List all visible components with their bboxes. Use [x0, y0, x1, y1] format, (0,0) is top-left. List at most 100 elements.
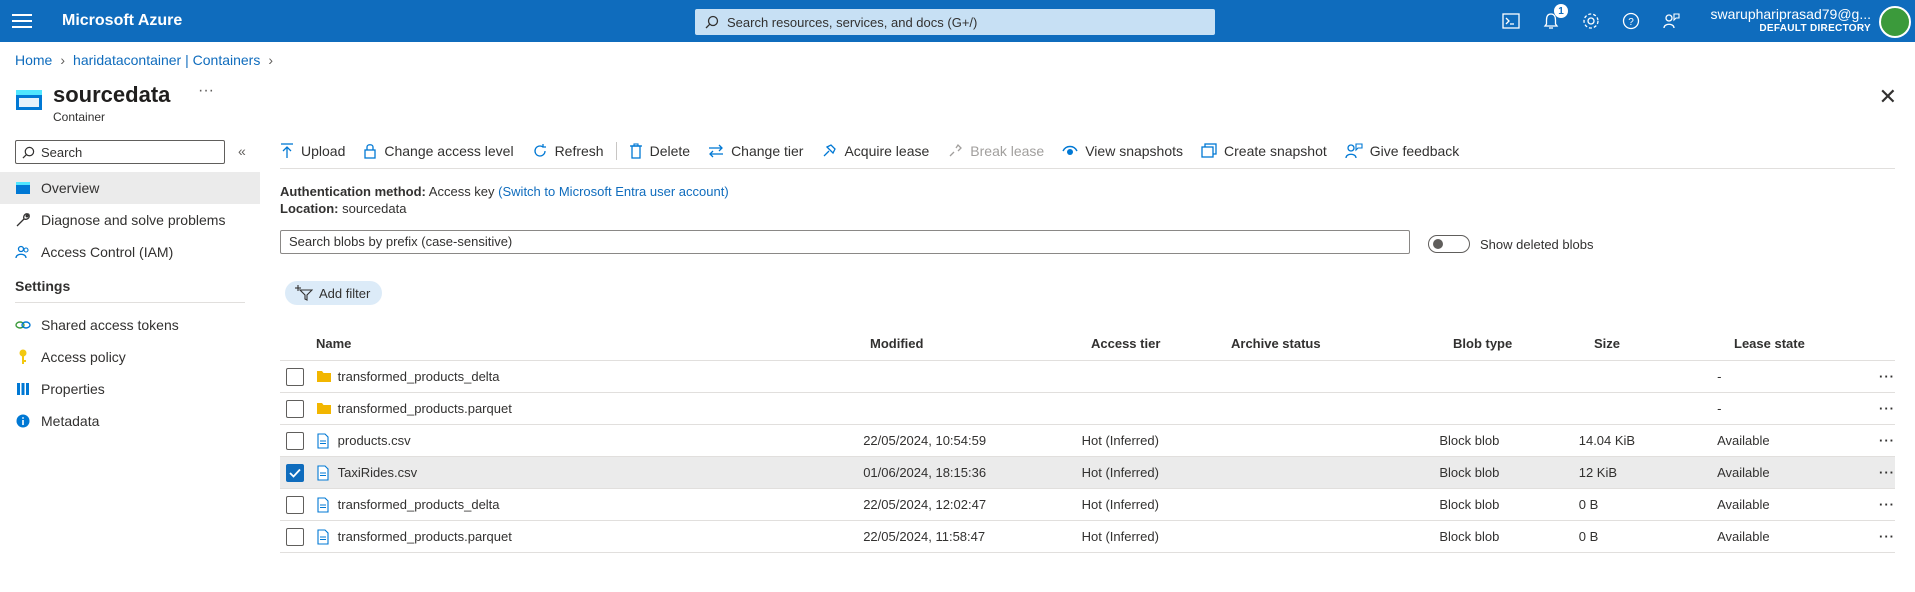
- name-cell[interactable]: products.csv: [316, 432, 864, 449]
- sidebar-item-shared-access-tokens[interactable]: Shared access tokens: [0, 309, 260, 341]
- file-icon: [316, 464, 332, 481]
- feedback-icon: [1345, 143, 1363, 159]
- row-more-options-icon[interactable]: ···: [1846, 433, 1895, 448]
- people-icon: [15, 244, 31, 260]
- give-feedback-button[interactable]: Give feedback: [1345, 143, 1460, 159]
- header-size[interactable]: Size: [1594, 336, 1734, 351]
- collapse-sidebar-icon[interactable]: «: [238, 143, 246, 159]
- page-subtitle: Container: [53, 110, 106, 124]
- change-access-level-button[interactable]: Change access level: [363, 143, 514, 159]
- sidebar-item-label: Access Control (IAM): [41, 244, 174, 260]
- sidebar-item-diagnose[interactable]: Diagnose and solve problems: [0, 204, 260, 236]
- row-more-options-icon[interactable]: ···: [1846, 401, 1895, 416]
- name-cell[interactable]: transformed_products.parquet: [316, 528, 864, 545]
- account-info[interactable]: swaruphariprasad79@g... DEFAULT DIRECTOR…: [1710, 6, 1871, 34]
- upload-icon: [281, 143, 293, 158]
- sidebar-item-overview[interactable]: Overview: [0, 172, 260, 204]
- settings-gear-icon[interactable]: [1580, 10, 1602, 32]
- table-row[interactable]: transformed_products.parquet - ···: [280, 393, 1895, 425]
- table-row[interactable]: transformed_products.parquet 22/05/2024, …: [280, 521, 1895, 553]
- table-row[interactable]: TaxiRides.csv 01/06/2024, 18:15:36 Hot (In…: [280, 457, 1895, 489]
- sidebar-item-label: Properties: [41, 381, 105, 397]
- sidebar-item-properties[interactable]: Properties: [0, 373, 260, 405]
- more-options-icon[interactable]: ···: [198, 82, 214, 100]
- header-name[interactable]: Name: [316, 336, 870, 351]
- blob-name[interactable]: transformed_products.parquet: [338, 401, 512, 416]
- size-cell: 14.04 KiB: [1578, 433, 1636, 448]
- name-cell[interactable]: transformed_products_delta: [316, 369, 864, 385]
- blob-name[interactable]: transformed_products_delta: [338, 369, 500, 384]
- sidebar-search-input[interactable]: Search: [15, 140, 225, 164]
- breadcrumb-container-link[interactable]: haridatacontainer | Containers: [73, 52, 260, 68]
- toolbar-divider: [615, 142, 617, 160]
- row-checkbox[interactable]: [286, 367, 304, 386]
- add-filter-label: Add filter: [319, 285, 371, 301]
- header-access-tier[interactable]: Access tier: [1091, 336, 1231, 351]
- name-cell[interactable]: transformed_products_delta: [316, 496, 864, 513]
- brand-title[interactable]: Microsoft Azure: [62, 12, 182, 30]
- feedback-person-icon[interactable]: [1660, 10, 1682, 32]
- sidebar-item-access-policy[interactable]: Access policy: [0, 341, 260, 373]
- container-icon: [16, 90, 42, 110]
- header-lease-state[interactable]: Lease state: [1734, 336, 1864, 351]
- notifications-bell-icon[interactable]: 1: [1540, 4, 1568, 32]
- blob-prefix-search-input[interactable]: Search blobs by prefix (case-sensitive): [280, 230, 1410, 254]
- row-more-options-icon[interactable]: ···: [1846, 529, 1895, 544]
- blob-name[interactable]: transformed_products_delta: [338, 497, 500, 512]
- acquire-lease-button[interactable]: Acquire lease: [821, 143, 929, 159]
- close-icon[interactable]: ✕: [1879, 84, 1897, 110]
- create-snapshot-label: Create snapshot: [1224, 143, 1327, 159]
- switch-auth-link[interactable]: (Switch to Microsoft Entra user account): [498, 184, 728, 199]
- upload-button[interactable]: Upload: [280, 143, 345, 159]
- sidebar-item-metadata[interactable]: Metadata: [0, 405, 260, 437]
- refresh-button[interactable]: Refresh: [532, 143, 604, 159]
- break-lease-label: Break lease: [970, 143, 1045, 159]
- header-archive-status[interactable]: Archive status: [1231, 336, 1453, 351]
- account-directory: DEFAULT DIRECTORY: [1759, 23, 1871, 34]
- link-icon: [15, 317, 31, 333]
- sidebar-item-access-control[interactable]: Access Control (IAM): [0, 236, 260, 268]
- row-checkbox[interactable]: [286, 463, 304, 482]
- location-line: Location: sourcedata: [280, 201, 406, 216]
- global-search-input[interactable]: Search resources, services, and docs (G+…: [695, 9, 1215, 35]
- swap-arrows-icon: [709, 144, 724, 158]
- row-checkbox[interactable]: [286, 527, 304, 546]
- settings-section-header: Settings: [15, 278, 71, 294]
- command-toolbar: Upload Change access level Refresh Delet…: [280, 142, 1895, 160]
- table-row[interactable]: transformed_products_delta 22/05/2024, 12…: [280, 489, 1895, 521]
- name-cell[interactable]: TaxiRides.csv: [316, 464, 864, 481]
- break-lease-button[interactable]: Break lease: [947, 143, 1044, 159]
- create-snapshot-button[interactable]: Create snapshot: [1201, 143, 1327, 159]
- cloud-shell-icon[interactable]: [1500, 10, 1522, 32]
- blob-name[interactable]: products.csv: [338, 433, 411, 448]
- avatar[interactable]: [1879, 6, 1911, 38]
- header-blob-type[interactable]: Blob type: [1453, 336, 1594, 351]
- chevron-right-icon: ›: [60, 52, 66, 68]
- help-icon[interactable]: ?: [1620, 10, 1642, 32]
- breadcrumb-home-link[interactable]: Home: [15, 52, 52, 68]
- row-more-options-icon[interactable]: ···: [1846, 497, 1895, 512]
- row-checkbox[interactable]: [286, 495, 304, 514]
- change-tier-button[interactable]: Change tier: [708, 143, 803, 159]
- acquire-lease-label: Acquire lease: [844, 143, 930, 159]
- row-more-options-icon[interactable]: ···: [1846, 465, 1895, 480]
- size-cell: 0 B: [1578, 497, 1599, 512]
- row-checkbox[interactable]: [286, 431, 304, 450]
- row-checkbox[interactable]: [286, 399, 304, 418]
- table-row[interactable]: transformed_products_delta - ···: [280, 361, 1895, 393]
- blob-name[interactable]: TaxiRides.csv: [338, 465, 417, 480]
- delete-button[interactable]: Delete: [629, 143, 690, 159]
- show-deleted-blobs-toggle[interactable]: [1428, 235, 1470, 253]
- view-snapshots-button[interactable]: View snapshots: [1062, 143, 1183, 159]
- give-feedback-label: Give feedback: [1369, 143, 1460, 159]
- header-modified[interactable]: Modified: [870, 336, 1091, 351]
- trash-icon: [629, 143, 642, 159]
- add-filter-button[interactable]: Add filter: [285, 281, 383, 305]
- row-more-options-icon[interactable]: ···: [1846, 369, 1895, 384]
- lease-state-cell: Available: [1717, 529, 1770, 544]
- table-row[interactable]: products.csv 22/05/2024, 10:54:59 Hot (Inf…: [280, 425, 1895, 457]
- lease-state-cell: Available: [1717, 433, 1770, 448]
- name-cell[interactable]: transformed_products.parquet: [316, 401, 864, 417]
- hamburger-menu-icon[interactable]: [12, 14, 32, 28]
- blob-name[interactable]: transformed_products.parquet: [338, 529, 512, 544]
